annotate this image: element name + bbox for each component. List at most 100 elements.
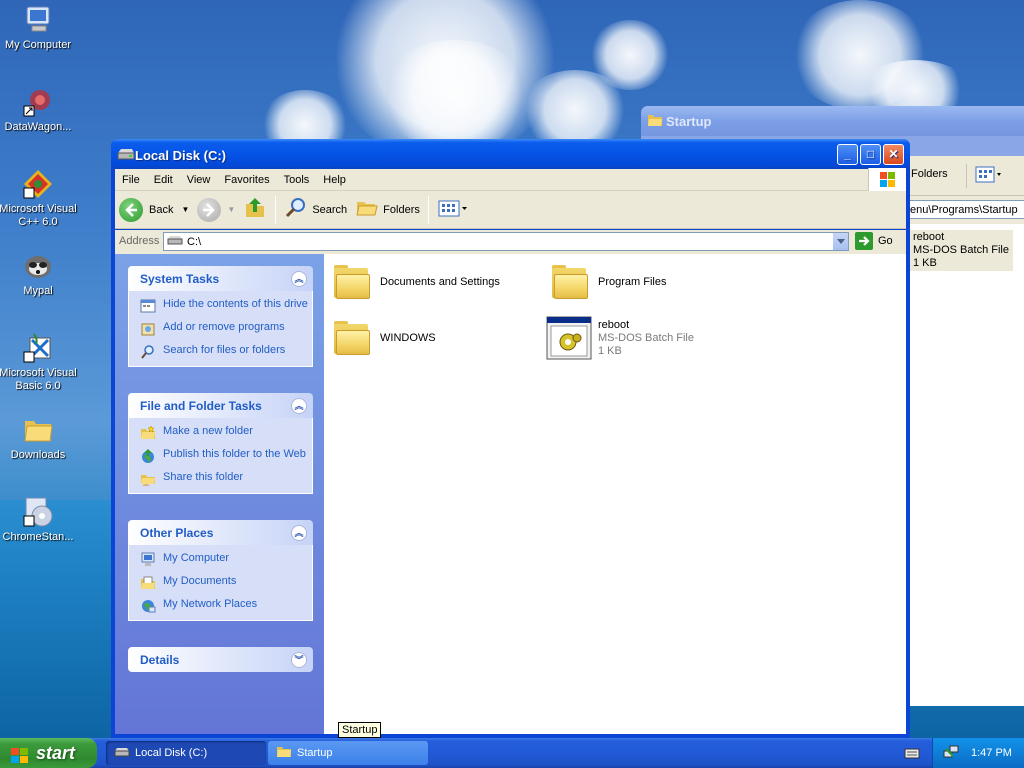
chevron-down-icon[interactable]: ▼ (227, 205, 235, 214)
chevron-down-icon[interactable]: ▼ (181, 205, 189, 214)
task-search-files[interactable]: Search for files or folders (140, 344, 312, 360)
panel-header[interactable]: Details ︾ (128, 647, 313, 672)
menu-view[interactable]: View (180, 174, 218, 186)
minimize-button[interactable]: _ (837, 144, 858, 165)
task-label: Search for files or folders (163, 344, 286, 356)
startup-title-bar[interactable]: Startup (641, 106, 1024, 136)
go-button[interactable]: Go (855, 232, 893, 250)
forward-button[interactable]: ▼ (193, 195, 239, 225)
collapse-icon[interactable]: ︽ (291, 525, 307, 541)
task-label: Hide the contents of this drive (163, 298, 308, 310)
views-icon (437, 198, 469, 221)
file-folder-tasks-panel: File and Folder Tasks ︽ Make a new folde… (128, 393, 313, 494)
maximize-button[interactable]: □ (860, 144, 881, 165)
installer-icon (22, 496, 54, 528)
menu-tools[interactable]: Tools (277, 174, 317, 186)
item-name: Documents and Settings (380, 276, 500, 288)
desktop-icon-label: ChromeStan... (2, 531, 74, 543)
drive-icon (167, 235, 183, 248)
toolbar: Back ▼ ▼ Search Folders (115, 191, 906, 229)
menu-help[interactable]: Help (316, 174, 353, 186)
clock[interactable]: 1:47 PM (971, 747, 1012, 759)
visual-basic-icon (22, 332, 54, 364)
address-field[interactable]: C:\ (163, 232, 849, 251)
panel-header[interactable]: Other Places ︽ (128, 520, 313, 545)
collapse-icon[interactable]: ︽ (291, 271, 307, 287)
task-make-new-folder[interactable]: Make a new folder (140, 425, 312, 441)
expand-icon[interactable]: ︾ (291, 652, 307, 668)
address-dropdown-button[interactable] (832, 233, 848, 250)
datawagon-icon (22, 86, 54, 118)
file-item-reboot[interactable]: reboot MS-DOS Batch File 1 KB (546, 316, 694, 360)
views-button[interactable] (966, 164, 1006, 188)
menu-file[interactable]: File (115, 174, 147, 186)
collapse-icon[interactable]: ︽ (291, 398, 307, 414)
start-button[interactable]: start (0, 738, 97, 768)
place-my-network-places[interactable]: My Network Places (140, 598, 312, 614)
minimize-icon: _ (844, 147, 851, 161)
publish-web-icon (140, 448, 156, 464)
task-share-folder[interactable]: Share this folder (140, 471, 312, 487)
network-tray-icon[interactable] (943, 744, 959, 763)
desktop-icon-datawagon[interactable]: DataWagon... (0, 86, 80, 134)
search-icon (140, 344, 156, 360)
close-icon: ✕ (888, 147, 899, 161)
menu-edit[interactable]: Edit (147, 174, 180, 186)
window-title: Local Disk (C:) (135, 148, 227, 163)
desktop-icon-my-computer[interactable]: My Computer (0, 4, 80, 52)
start-label: start (36, 743, 76, 763)
system-tray: 1:47 PM (932, 738, 1024, 768)
hide-contents-icon (140, 298, 156, 314)
desktop-icon-chromestandalone[interactable]: ChromeStan... (0, 496, 80, 544)
panel-title: Details (140, 653, 180, 667)
folder-icon (276, 745, 292, 761)
go-label: Go (878, 235, 893, 247)
file-item-reboot[interactable]: reboot MS-DOS Batch File 1 KB (909, 230, 1013, 271)
search-button[interactable]: Search (280, 195, 351, 225)
item-name: reboot (598, 319, 630, 331)
folder-up-icon (243, 196, 267, 223)
folder-item-windows[interactable]: WINDOWS (332, 320, 436, 356)
folder-item-program-files[interactable]: Program Files (550, 264, 666, 300)
local-disk-window[interactable]: Local Disk (C:) _ □ ✕ File Edit View Fav… (111, 139, 910, 738)
folder-icon (550, 264, 590, 300)
task-publish-to-web[interactable]: Publish this folder to the Web (140, 448, 312, 464)
desktop-icon-downloads[interactable]: Downloads (0, 414, 80, 462)
back-label: Back (149, 203, 174, 216)
desktop-icon-visual-cpp[interactable]: Microsoft Visual C++ 6.0 (0, 168, 80, 229)
task-hide-contents[interactable]: Hide the contents of this drive (140, 298, 312, 314)
file-name: reboot (913, 231, 945, 243)
search-label: Search (312, 203, 348, 216)
item-type: MS-DOS Batch File (598, 332, 694, 344)
place-label: My Computer (163, 552, 230, 564)
views-button[interactable] (433, 195, 473, 225)
desktop-icon-mypal[interactable]: Mypal (0, 250, 80, 298)
panel-header[interactable]: System Tasks ︽ (128, 266, 313, 291)
place-my-documents[interactable]: My Documents (140, 575, 312, 591)
add-remove-programs-icon (140, 321, 156, 337)
taskbar-item-local-disk[interactable]: Local Disk (C:) (106, 741, 266, 765)
place-my-computer[interactable]: My Computer (140, 552, 312, 568)
desktop-icon-visual-basic[interactable]: Microsoft Visual Basic 6.0 (0, 332, 80, 393)
taskbar-item-label: Startup (297, 747, 333, 759)
menu-favorites[interactable]: Favorites (217, 174, 276, 186)
taskbar-item-startup[interactable]: Startup (268, 741, 428, 765)
folders-button[interactable]: Folders (351, 195, 424, 225)
panel-header[interactable]: File and Folder Tasks ︽ (128, 393, 313, 418)
task-add-remove-programs[interactable]: Add or remove programs (140, 321, 312, 337)
startup-address-field[interactable]: enu\Programs\Startup (907, 200, 1024, 219)
up-button[interactable] (239, 195, 271, 225)
panel-title: Other Places (140, 526, 214, 540)
desktop-icon-label: My Computer (4, 39, 72, 51)
folders-button[interactable]: Folders (911, 168, 948, 180)
folder-item-documents-and-settings[interactable]: Documents and Settings (332, 264, 500, 300)
folder-icon (647, 113, 663, 127)
file-size: 1 KB (913, 257, 937, 269)
back-button[interactable]: Back ▼ (115, 195, 193, 225)
address-value: C:\ (187, 235, 202, 248)
windows-logo-icon (10, 744, 30, 768)
title-bar[interactable]: Local Disk (C:) _ □ ✕ (111, 139, 910, 169)
keyboard-icon[interactable] (904, 746, 920, 763)
views-icon (973, 166, 1003, 187)
close-button[interactable]: ✕ (883, 144, 904, 165)
